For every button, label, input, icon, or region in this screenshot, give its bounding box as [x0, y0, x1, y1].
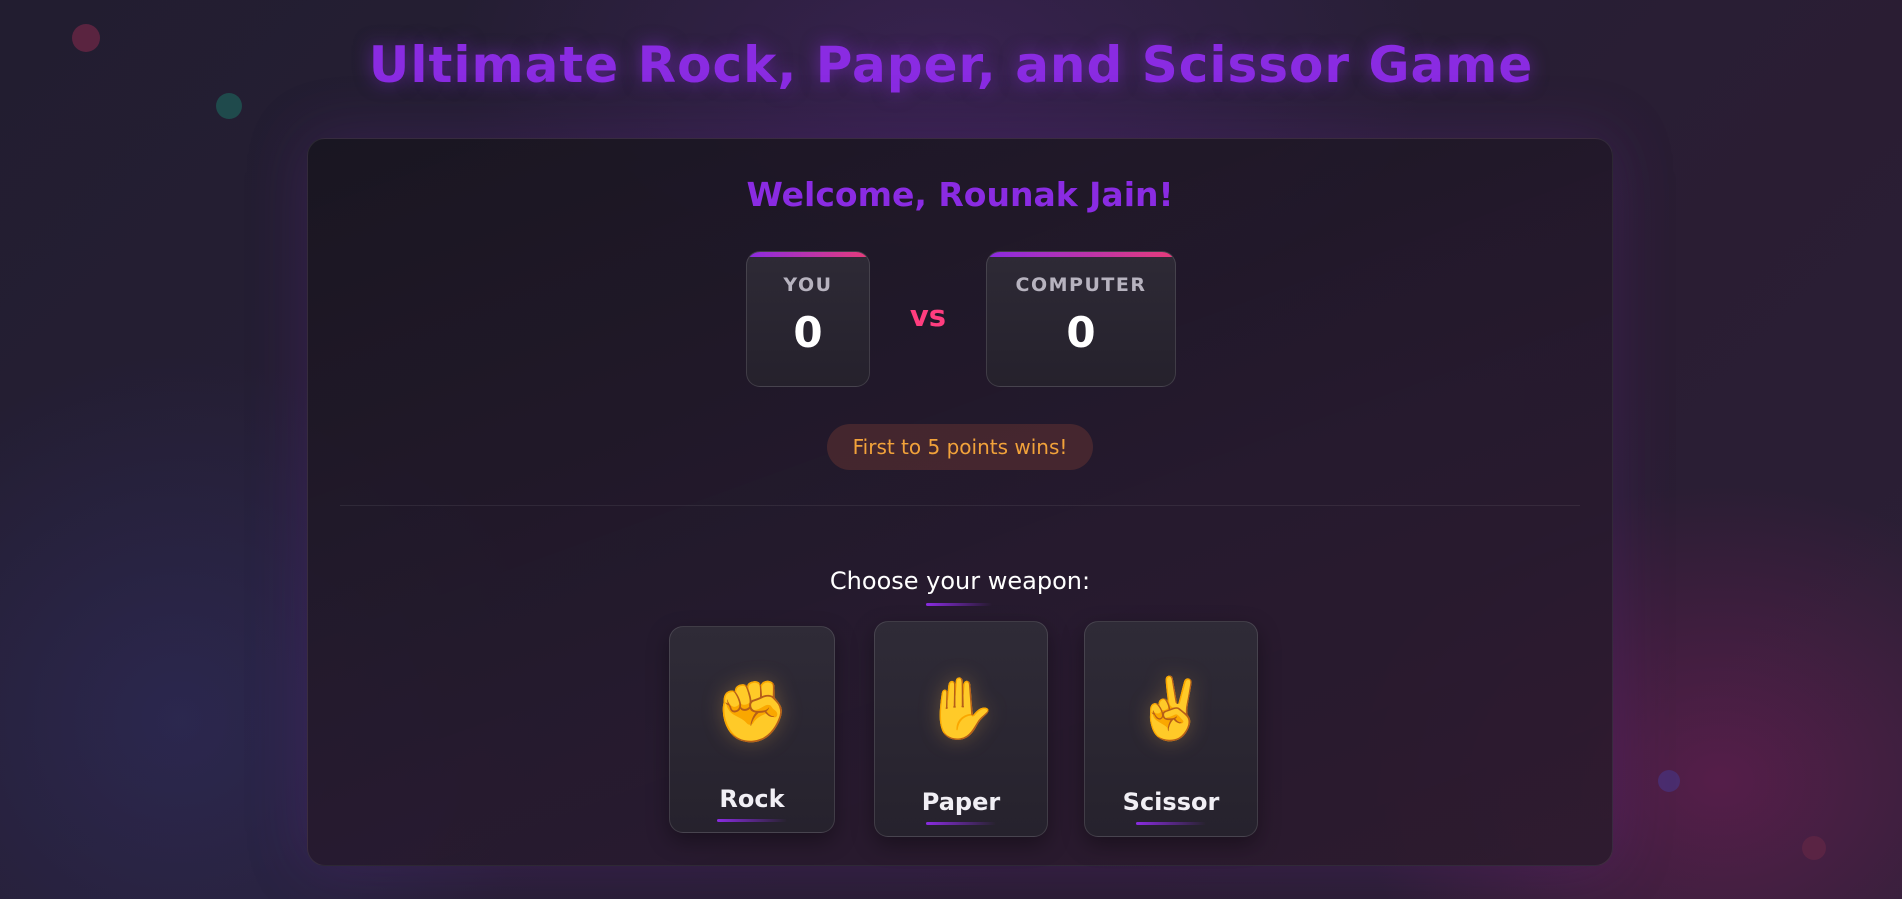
rock-underline — [717, 819, 787, 822]
scissor-label: Scissor — [1122, 788, 1220, 816]
decorative-dot — [1802, 836, 1826, 860]
scissor-button[interactable]: ✌️ Scissor — [1084, 621, 1258, 837]
computer-score-card: COMPUTER 0 — [986, 251, 1176, 387]
decorative-dot — [216, 93, 242, 119]
paper-underline — [926, 822, 996, 825]
player-score-value: 0 — [793, 308, 823, 357]
computer-score-value: 0 — [1066, 308, 1096, 357]
rock-fist-icon: ✊ — [714, 677, 790, 747]
rule-badge: First to 5 points wins! — [827, 424, 1093, 470]
choose-prompt-underline — [926, 603, 992, 606]
player-score-label: YOU — [783, 274, 833, 296]
paper-button[interactable]: ✋ Paper — [874, 621, 1048, 837]
computer-score-label: COMPUTER — [1015, 274, 1147, 296]
paper-hand-icon: ✋ — [923, 674, 999, 744]
rock-button[interactable]: ✊ Rock — [669, 626, 835, 833]
player-score-card: YOU 0 — [746, 251, 870, 387]
welcome-message: Welcome, Rounak Jain! — [746, 175, 1174, 214]
rock-label: Rock — [719, 785, 785, 813]
scissor-hand-icon: ✌️ — [1133, 674, 1209, 744]
vs-label: vs — [909, 299, 947, 333]
paper-label: Paper — [921, 788, 1001, 816]
decorative-dot — [1658, 770, 1680, 792]
page-title: Ultimate Rock, Paper, and Scissor Game — [368, 36, 1534, 94]
choose-prompt: Choose your weapon: — [829, 567, 1091, 595]
scissor-underline — [1136, 822, 1206, 825]
divider — [340, 505, 1580, 506]
game-panel: Welcome, Rounak Jain! YOU 0 vs COMPUTER … — [307, 138, 1613, 866]
